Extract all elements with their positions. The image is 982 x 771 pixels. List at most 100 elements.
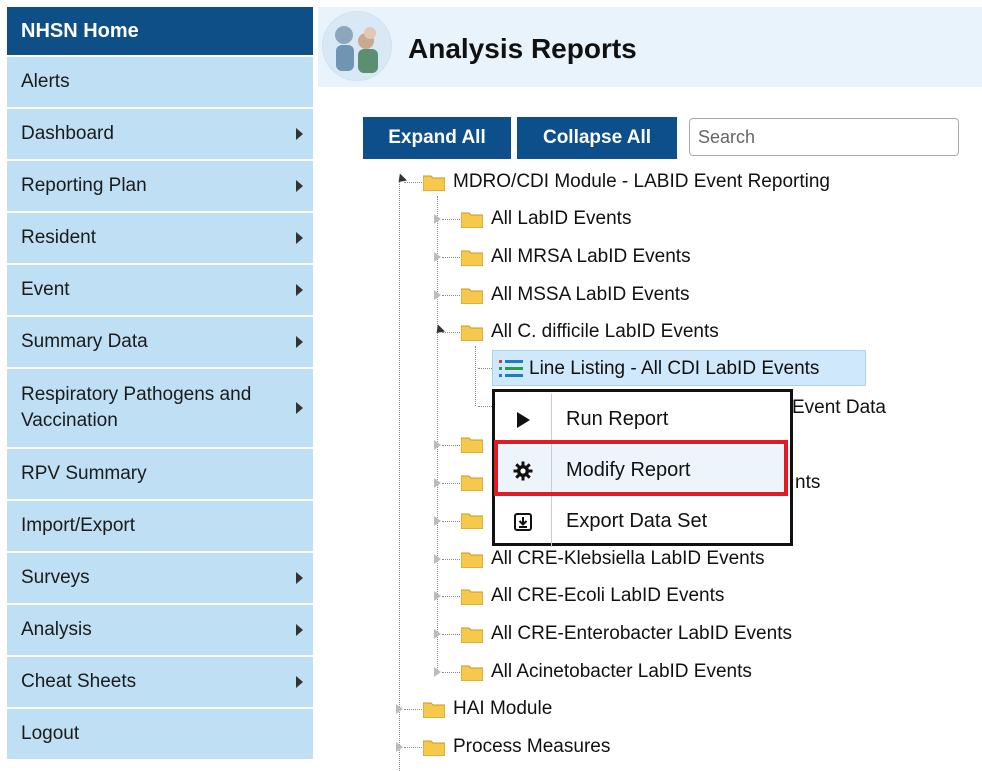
expand-arrow-icon[interactable] — [434, 214, 441, 224]
run-report-menu-item[interactable]: Run Report — [495, 394, 790, 445]
tree-node-label: All C. difficile LabID Events — [491, 321, 719, 342]
sidebar-item-logout[interactable]: Logout — [7, 709, 313, 761]
search-input[interactable] — [689, 118, 959, 156]
sidebar-item-event[interactable]: Event — [7, 265, 313, 317]
sidebar-item-label: Analysis — [21, 619, 92, 640]
expand-arrow-icon[interactable] — [434, 554, 441, 564]
menu-item-label: Run Report — [566, 408, 669, 430]
sidebar-item-rpv-summary[interactable]: RPV Summary — [7, 449, 313, 501]
expand-arrow-icon[interactable] — [434, 591, 441, 601]
tree-node-hai-module[interactable]: HAI Module — [422, 695, 553, 723]
tree-node-label: nts — [795, 472, 821, 493]
tree-node-label: MDRO/CDI Module - LABID Event Reporting — [453, 171, 830, 192]
sidebar-item-surveys[interactable]: Surveys — [7, 553, 313, 605]
folder-icon — [460, 249, 484, 266]
collapse-arrow-icon[interactable] — [432, 324, 446, 337]
collapse-all-button[interactable]: Collapse All — [517, 117, 677, 159]
folder-icon — [422, 739, 446, 756]
folder-icon — [460, 512, 484, 530]
tree-node-label: All LabID Events — [491, 208, 632, 229]
tree-connector — [442, 634, 460, 635]
folder-icon — [460, 626, 484, 643]
folder-icon — [460, 588, 484, 605]
tree-node-label: All CRE-Enterobacter LabID Events — [491, 623, 792, 644]
tree-node-label: HAI Module — [453, 698, 553, 719]
folder-icon — [460, 324, 484, 341]
tree-node-mdro-module[interactable]: MDRO/CDI Module - LABID Event Reporting — [422, 168, 830, 196]
tree-node-event-data-partial[interactable]: Event Data — [792, 394, 886, 422]
sidebar-item-label: Reporting Plan — [21, 175, 147, 196]
tree-node-label: All MSSA LabID Events — [491, 284, 690, 305]
sidebar-item-label: RPV Summary — [21, 463, 147, 484]
chevron-right-icon — [296, 336, 303, 348]
tree-connector — [404, 747, 422, 748]
sidebar-item-dashboard[interactable]: Dashboard — [7, 109, 313, 161]
export-data-set-menu-item[interactable]: Export Data Set — [495, 496, 790, 547]
folder-icon — [460, 436, 484, 454]
tree-connector — [404, 709, 422, 710]
folder-icon — [460, 664, 484, 681]
play-icon — [495, 394, 552, 445]
sidebar-item-label: Event — [21, 279, 70, 300]
tree-node-label: All MRSA LabID Events — [491, 246, 691, 267]
sidebar-item-nhsn-home[interactable]: NHSN Home — [7, 7, 313, 57]
expand-all-button[interactable]: Expand All — [363, 117, 511, 159]
sidebar-item-label: Alerts — [21, 71, 70, 92]
tree-node-partial[interactable]: nts — [795, 469, 820, 497]
tree-node-cre-klebsiella[interactable]: All CRE-Klebsiella LabID Events — [460, 545, 765, 573]
sidebar-item-label: Resident — [21, 227, 96, 248]
folder-icon — [422, 701, 446, 718]
tree-node-mssa[interactable]: All MSSA LabID Events — [460, 281, 690, 309]
tree-node-cdiff[interactable]: All C. difficile LabID Events — [460, 318, 719, 346]
sidebar-item-alerts[interactable]: Alerts — [7, 57, 313, 109]
tree-connector — [442, 257, 460, 258]
tree-node-mrsa[interactable]: All MRSA LabID Events — [460, 243, 691, 271]
sidebar-item-resident[interactable]: Resident — [7, 213, 313, 265]
page-header: Analysis Reports — [318, 7, 982, 87]
sidebar-item-analysis[interactable]: Analysis — [7, 605, 313, 657]
chevron-right-icon — [296, 128, 303, 140]
sidebar-item-cheat-sheets[interactable]: Cheat Sheets — [7, 657, 313, 709]
chevron-right-icon — [296, 676, 303, 688]
sidebar-item-label: Cheat Sheets — [21, 671, 137, 692]
sidebar-item-label: Logout — [21, 723, 80, 744]
tree-node-cre-ecoli[interactable]: All CRE-Ecoli LabID Events — [460, 582, 724, 610]
sidebar-item-respiratory-pathogens[interactable]: Respiratory Pathogens and Vaccination — [7, 369, 313, 449]
tree-node-label: Line Listing - All CDI LabID Events — [529, 358, 820, 379]
expand-arrow-icon[interactable] — [396, 704, 403, 714]
tree-node-cre-enterobacter[interactable]: All CRE-Enterobacter LabID Events — [460, 620, 792, 648]
chevron-right-icon — [296, 402, 303, 414]
folder-icon — [460, 551, 484, 568]
tree-node-acinetobacter[interactable]: All Acinetobacter LabID Events — [460, 658, 752, 686]
tree-node-cdi-line-listing[interactable]: Line Listing - All CDI LabID Events — [499, 355, 819, 383]
collapse-arrow-icon[interactable] — [394, 173, 408, 186]
tree-node-process-measures[interactable]: Process Measures — [422, 733, 611, 761]
expand-arrow-icon[interactable] — [434, 478, 441, 488]
tree-node-label: Process Measures — [453, 736, 611, 757]
expand-arrow-icon[interactable] — [434, 440, 441, 450]
folder-icon — [422, 174, 446, 191]
tree-node-all-labid[interactable]: All LabID Events — [460, 205, 632, 233]
expand-arrow-icon[interactable] — [396, 742, 403, 752]
sidebar-item-label: Respiratory Pathogens and Vaccination — [21, 384, 252, 431]
expand-arrow-icon[interactable] — [434, 290, 441, 300]
tree-connector — [442, 483, 460, 484]
chevron-right-icon — [296, 624, 303, 636]
tree-node-label: Event Data — [792, 397, 886, 418]
sidebar-item-label: Surveys — [21, 567, 90, 588]
expand-arrow-icon[interactable] — [434, 667, 441, 677]
sidebar-item-import-export[interactable]: Import/Export — [7, 501, 313, 553]
sidebar-item-label: Dashboard — [21, 123, 114, 144]
expand-arrow-icon[interactable] — [434, 516, 441, 526]
sidebar-item-label: Import/Export — [21, 515, 136, 536]
sidebar-item-summary-data[interactable]: Summary Data — [7, 317, 313, 369]
tree-connector — [475, 346, 476, 406]
report-list-icon — [499, 359, 523, 379]
expand-arrow-icon[interactable] — [434, 629, 441, 639]
tree-connector — [442, 332, 460, 333]
chevron-right-icon — [296, 572, 303, 584]
expand-arrow-icon[interactable] — [434, 252, 441, 262]
chevron-right-icon — [296, 180, 303, 192]
sidebar-item-reporting-plan[interactable]: Reporting Plan — [7, 161, 313, 213]
chevron-right-icon — [296, 232, 303, 244]
